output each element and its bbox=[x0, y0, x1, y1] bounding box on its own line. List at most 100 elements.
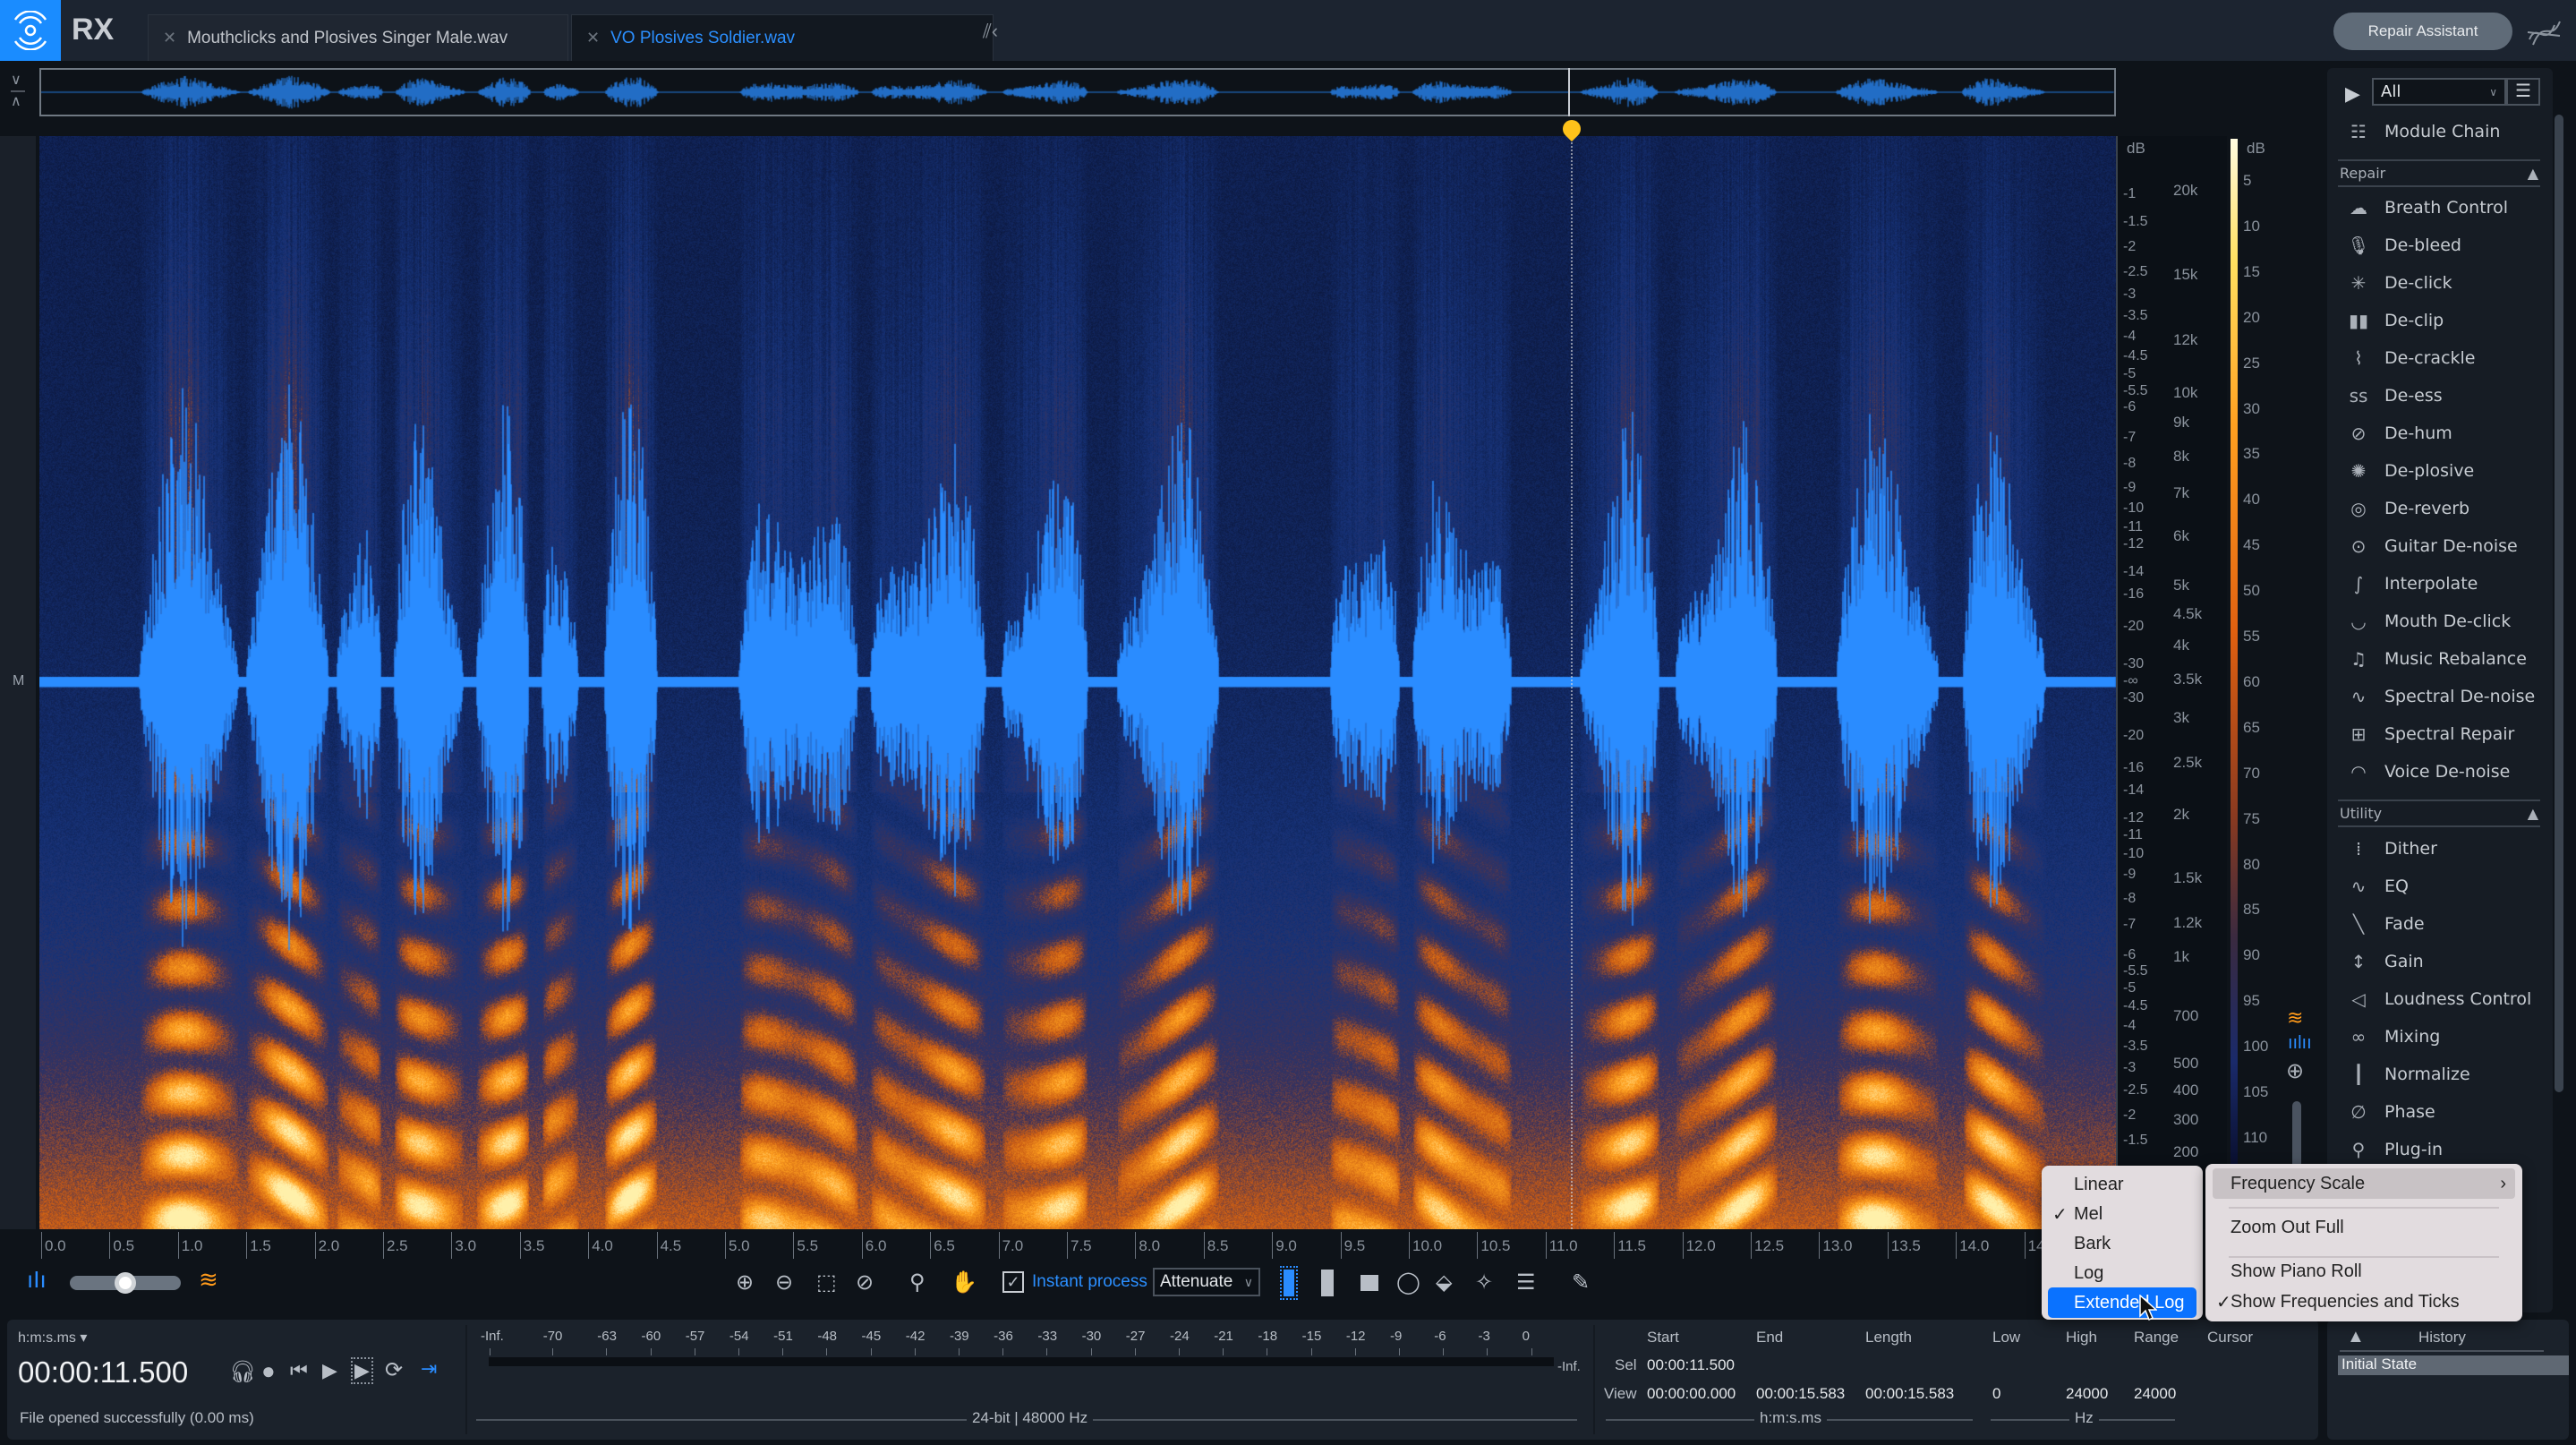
zoom-fit-icon[interactable]: ⊘ bbox=[856, 1268, 874, 1296]
play-chain-icon[interactable]: ▶ bbox=[2345, 82, 2360, 106]
collapse-triangle-icon[interactable]: ▲ bbox=[2528, 805, 2538, 822]
repair-assistant-button[interactable]: Repair Assistant bbox=[2333, 13, 2512, 50]
time-selection-tool[interactable] bbox=[1280, 1266, 1298, 1300]
waveform-view-icon[interactable]: ıIı bbox=[27, 1266, 47, 1294]
menu-show-piano-roll[interactable]: Show Piano Roll bbox=[2205, 1256, 2522, 1287]
menu-zoom-out-full[interactable]: Zoom Out Full bbox=[2205, 1212, 2522, 1243]
voice-icon: ◠ bbox=[2350, 761, 2367, 782]
module-mixing[interactable]: ∞ Mixing bbox=[2345, 1026, 2441, 1047]
zoom-out-icon[interactable]: ⊖ bbox=[775, 1268, 793, 1296]
module-plug-in[interactable]: ⚲ Plug-in bbox=[2345, 1139, 2443, 1160]
amplitude-tick-label: -3 bbox=[2123, 1059, 2137, 1075]
hand-icon[interactable]: ✋ bbox=[951, 1268, 977, 1296]
time-format-selector[interactable]: h:m:s.ms ▾ bbox=[18, 1329, 87, 1347]
waveform-toggle-icon[interactable]: ıılıı bbox=[2288, 1033, 2312, 1054]
module-spectral-repair[interactable]: ⊞ Spectral Repair bbox=[2345, 723, 2515, 745]
magic-wand-icon[interactable]: ✧ bbox=[1475, 1268, 1493, 1296]
instant-process-label[interactable]: Instant process bbox=[1032, 1268, 1147, 1296]
skip-back-icon[interactable]: ⏮︎ bbox=[290, 1359, 308, 1382]
time-frequency-selection-tool[interactable] bbox=[1361, 1275, 1378, 1291]
module-breath-control[interactable]: ☁ Breath Control bbox=[2345, 197, 2508, 218]
amplitude-tick-label: -3.5 bbox=[2123, 308, 2148, 324]
module-de-click[interactable]: ✳ De-click bbox=[2345, 272, 2452, 294]
utility-section-header[interactable]: Utility ▲ bbox=[2338, 799, 2540, 827]
module-interpolate[interactable]: ∫ Interpolate bbox=[2345, 573, 2478, 594]
view-range-field[interactable]: 24000 bbox=[2134, 1385, 2176, 1403]
record-icon[interactable]: ● bbox=[261, 1357, 276, 1385]
view-high-field[interactable]: 24000 bbox=[2066, 1385, 2108, 1403]
menu-frequency-scale[interactable]: Frequency Scale › bbox=[2213, 1168, 2515, 1199]
module-dither[interactable]: ⁞ Dither bbox=[2345, 838, 2437, 859]
frequency-scale-extended-log[interactable]: Extended Log bbox=[2048, 1287, 2196, 1318]
module-eq[interactable]: ∿ EQ bbox=[2345, 876, 2409, 897]
time-ruler[interactable]: 0.0 0.5 1.0 1.5 2.0 2.5 3.0 3.5 4.0 4.5 5.0 5.5 6.0 6… bbox=[39, 1232, 2116, 1262]
module-normalize[interactable]: ┃ Normalize bbox=[2345, 1064, 2470, 1085]
module-de-clip[interactable]: ▮▮ De-clip bbox=[2345, 310, 2444, 331]
play-icon[interactable]: ▶ bbox=[322, 1359, 337, 1382]
panel-scrollbar[interactable] bbox=[2555, 115, 2563, 1092]
collapse-history-icon[interactable]: ▲ bbox=[2347, 1327, 2365, 1347]
signal-chain-icon[interactable] bbox=[2524, 13, 2565, 58]
zoom-selection-icon[interactable]: ⬚ bbox=[816, 1268, 837, 1296]
magnify-icon[interactable]: ⚲ bbox=[909, 1268, 925, 1296]
module-fade[interactable]: ╲ Fade bbox=[2345, 913, 2425, 935]
module-filter-dropdown[interactable]: All ∨ bbox=[2372, 78, 2506, 106]
frequency-scale-linear[interactable]: Linear bbox=[2042, 1169, 2203, 1200]
menu-show-frequencies-ticks[interactable]: ✓ Show Frequencies and Ticks bbox=[2205, 1287, 2522, 1317]
module-de-plosive[interactable]: ✺ De-plosive bbox=[2345, 460, 2475, 482]
collapse-overview-icon[interactable]: ∨ — ∧ bbox=[11, 73, 25, 109]
collapse-triangle-icon[interactable]: ▲ bbox=[2528, 165, 2538, 182]
mode-dropdown[interactable]: Attenuate ∨ bbox=[1153, 1268, 1260, 1296]
frequency-scale-log[interactable]: Log bbox=[2042, 1258, 2203, 1288]
module-voice-de-noise[interactable]: ◠ Voice De-noise bbox=[2345, 761, 2510, 782]
play-selection-icon[interactable]: ▶ bbox=[351, 1357, 373, 1384]
module-chain-button[interactable]: ☷ Module Chain bbox=[2345, 121, 2500, 142]
module-phase[interactable]: ∅ Phase bbox=[2345, 1101, 2435, 1123]
module-de-bleed[interactable]: 🎙 De-bleed bbox=[2345, 235, 2461, 256]
panel-menu-icon[interactable]: ☰ bbox=[2506, 78, 2540, 106]
history-item[interactable]: Initial State bbox=[2338, 1355, 2569, 1375]
blend-slider-handle[interactable] bbox=[115, 1272, 136, 1294]
sel-start-field[interactable]: 00:00:11.500 bbox=[1647, 1356, 1735, 1374]
module-de-hum[interactable]: ⊘ De-hum bbox=[2345, 423, 2452, 444]
spectrogram-display[interactable] bbox=[39, 136, 2116, 1229]
module-de-crackle[interactable]: ⌇ De-crackle bbox=[2345, 347, 2475, 369]
instant-process-checkbox[interactable]: ✓ bbox=[1002, 1271, 1024, 1293]
module-spectral-de-noise[interactable]: ∿ Spectral De-noise bbox=[2345, 686, 2536, 707]
follow-playhead-icon[interactable]: ⇥ bbox=[421, 1357, 437, 1381]
spectrogram-toggle-icon[interactable]: ≋ bbox=[2287, 1006, 2303, 1030]
close-tab-icon[interactable]: ✕ bbox=[586, 29, 600, 47]
blend-slider[interactable] bbox=[70, 1272, 181, 1294]
harmonic-selection-icon[interactable]: ☰ bbox=[1516, 1268, 1536, 1296]
view-length-field[interactable]: 00:00:15.583 bbox=[1865, 1385, 1954, 1403]
headphones-icon[interactable]: 🎧︎ bbox=[229, 1359, 256, 1385]
module-de-reverb[interactable]: ◎ De-reverb bbox=[2345, 498, 2469, 519]
tab-mouthclicks[interactable]: ✕ Mouthclicks and Plosives Singer Male.w… bbox=[148, 14, 568, 61]
module-loudness-control[interactable]: ◁ Loudness Control bbox=[2345, 988, 2531, 1010]
draw-tool-icon[interactable]: ✎ bbox=[1572, 1268, 1590, 1296]
spectrogram-view-icon[interactable]: ≋ bbox=[199, 1266, 218, 1294]
close-tab-icon[interactable]: ✕ bbox=[163, 29, 176, 47]
view-low-field[interactable]: 0 bbox=[1992, 1385, 2000, 1403]
waveform-overview[interactable] bbox=[39, 68, 2116, 116]
frequency-selection-tool[interactable] bbox=[1321, 1270, 1334, 1296]
frequency-scale-bark[interactable]: Bark bbox=[2042, 1228, 2203, 1259]
module-de-ess[interactable]: ss De-ess bbox=[2345, 385, 2443, 406]
zoom-icon[interactable]: ⊕ bbox=[2286, 1058, 2304, 1084]
view-end-field[interactable]: 00:00:15.583 bbox=[1756, 1385, 1845, 1403]
frequency-scale-mel[interactable]: ✓ Mel bbox=[2042, 1199, 2203, 1229]
module-gain[interactable]: ↕ Gain bbox=[2345, 951, 2424, 972]
repair-section-header[interactable]: Repair ▲ bbox=[2338, 159, 2540, 187]
loop-icon[interactable]: ⟳ bbox=[385, 1357, 403, 1383]
module-music-rebalance[interactable]: ♫ Music Rebalance bbox=[2345, 648, 2527, 670]
brush-tool-icon[interactable]: ⬙ bbox=[1436, 1268, 1452, 1296]
lasso-tool-icon[interactable]: ◯ bbox=[1396, 1268, 1420, 1296]
module-mouth-de-click[interactable]: ◡ Mouth De-click bbox=[2345, 611, 2511, 632]
tab-vo-plosives[interactable]: ✕ VO Plosives Soldier.wav bbox=[571, 14, 994, 61]
zoom-in-icon[interactable]: ⊕ bbox=[736, 1268, 754, 1296]
izotope-logo-icon[interactable] bbox=[0, 0, 61, 61]
module-guitar-de-noise[interactable]: ⊙ Guitar De-noise bbox=[2345, 535, 2518, 557]
vertical-zoom-slider[interactable] bbox=[2292, 1101, 2301, 1173]
view-start-field[interactable]: 00:00:00.000 bbox=[1647, 1385, 1736, 1403]
tab-overflow-icon[interactable]: ⫽‹ bbox=[983, 20, 998, 43]
